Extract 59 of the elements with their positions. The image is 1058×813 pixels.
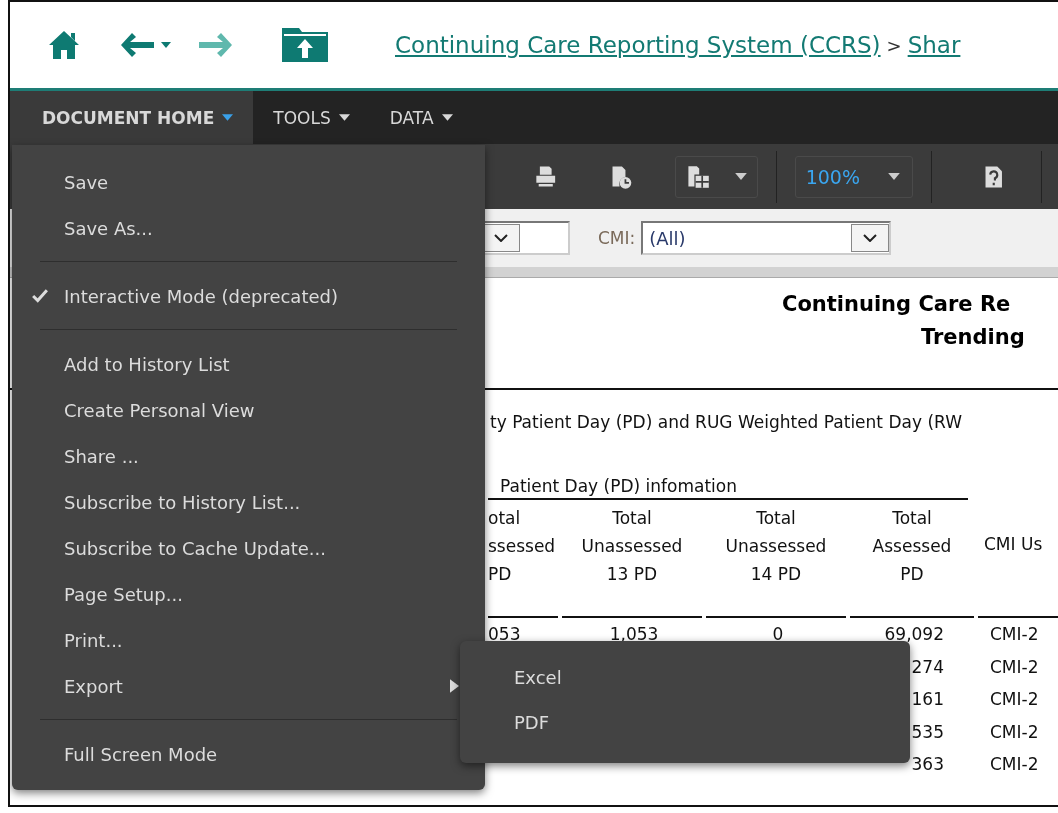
table-cell: CMI-2	[990, 754, 1039, 775]
caret-icon	[222, 114, 234, 121]
caret-icon	[338, 114, 350, 121]
column-header: Total Unassessed 13 PD	[581, 507, 683, 586]
report-title: Continuing Care Re	[782, 292, 1011, 316]
menu-item[interactable]: Subscribe to Cache Update...	[64, 537, 326, 559]
printer-icon[interactable]	[534, 164, 558, 189]
cmi-dropdown[interactable]: (All)	[641, 221, 892, 255]
chevron-down-icon	[494, 234, 508, 242]
menu-tab[interactable]: DATA	[369, 91, 473, 144]
chevron-down-icon	[863, 234, 878, 242]
menu-item[interactable]: Interactive Mode (deprecated)	[64, 285, 338, 307]
back-arrow-icon[interactable]	[118, 30, 156, 60]
table-cell: 0	[772, 624, 784, 645]
menu-item[interactable]: Excel	[514, 655, 562, 700]
caret-icon[interactable]	[161, 42, 171, 48]
breadcrumb-link[interactable]: Shar	[907, 32, 961, 58]
menu-item[interactable]: Save As...	[64, 217, 153, 239]
caret-icon	[734, 173, 747, 180]
document-table-icon	[685, 164, 710, 189]
caret-icon	[441, 114, 453, 121]
menu-tab[interactable]: TOOLS	[253, 91, 370, 144]
menu-item[interactable]: Full Screen Mode	[64, 743, 218, 765]
table-cell: 535	[911, 721, 944, 742]
zoom-dropdown[interactable]: 100%	[794, 155, 913, 198]
table-cell: 1,053	[609, 624, 659, 645]
report-title: Trending	[921, 325, 1025, 349]
breadcrumb-link[interactable]: Continuing Care Reporting System (CCRS)	[395, 32, 881, 58]
home-icon[interactable]	[48, 30, 80, 60]
folder-up-icon[interactable]	[281, 27, 329, 63]
caret-icon	[887, 173, 900, 180]
table-cell: CMI-2	[990, 624, 1039, 645]
menu-item[interactable]: Share ...	[64, 445, 139, 467]
filter-label: CMI:	[598, 228, 636, 248]
menu-item[interactable]: PDF	[514, 700, 550, 745]
menu-item[interactable]: Subscribe to History List...	[64, 491, 301, 513]
column-header: CMI Us	[984, 533, 1043, 556]
table-cell: 363	[911, 754, 944, 775]
group-header: Patient Day (PD) infomation	[500, 476, 737, 496]
table-cell: 161	[911, 689, 944, 710]
table-cell: 274	[911, 656, 944, 677]
menu-item[interactable]: Save	[64, 171, 109, 193]
menu-item[interactable]: Export	[64, 675, 123, 697]
table-cell: CMI-2	[990, 721, 1039, 742]
report-description: ty Patient Day (PD) and RUG Weighted Patient Day (RW	[489, 412, 963, 432]
menu-item[interactable]: Create Personal View	[64, 399, 255, 421]
table-view-dropdown[interactable]	[674, 155, 758, 198]
breadcrumb-separator: >	[886, 34, 902, 56]
table-cell: 69,092	[884, 624, 944, 645]
menu-tab[interactable]: DOCUMENT HOME	[10, 91, 254, 144]
column-header: Total Unassessed 14 PD	[725, 507, 827, 586]
column-header: otal ssessed PD	[488, 507, 556, 586]
table-cell: CMI-2	[990, 656, 1039, 677]
menu-item[interactable]: Add to History List	[64, 353, 230, 375]
table-cell: 053	[488, 624, 521, 645]
column-header: Total Assessed PD	[872, 507, 952, 586]
menu-item[interactable]: Print...	[64, 629, 123, 651]
menu-item[interactable]: Page Setup...	[64, 583, 183, 605]
table-cell: CMI-2	[990, 689, 1039, 710]
